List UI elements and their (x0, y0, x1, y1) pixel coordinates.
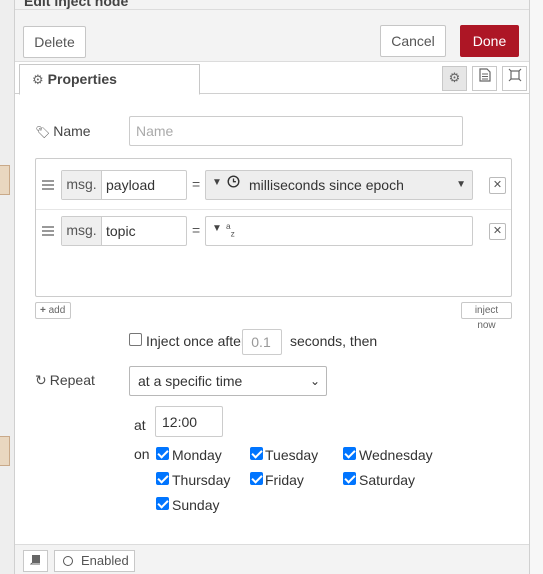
drag-handle-icon[interactable] (42, 180, 54, 190)
equals-sign: = (192, 176, 201, 192)
inject-now-button[interactable]: inject now (461, 302, 512, 331)
workspace-edge-left (0, 0, 14, 574)
book-icon[interactable] (23, 550, 48, 572)
cancel-button[interactable]: Cancel (380, 25, 446, 57)
inject-once-seconds-input[interactable] (242, 329, 282, 355)
chevron-down-icon: ⌄ (309, 374, 320, 388)
add-property-button[interactable]: + add (35, 302, 71, 319)
tray-footer: Enabled (15, 544, 529, 574)
property-value-type-select[interactable]: ▼ milliseconds since epoch ▼ (205, 170, 473, 200)
day-checkbox-friday[interactable] (250, 472, 263, 485)
equals-sign: = (192, 222, 201, 238)
day-checkbox-tuesday[interactable] (250, 447, 263, 460)
appearance-tab-frame-icon[interactable] (502, 66, 527, 91)
repeat-label-text: Repeat (49, 372, 95, 388)
type-caret-icon[interactable]: ▼ (212, 223, 222, 234)
add-label: add (48, 305, 66, 316)
tab-properties[interactable]: ⚙ Properties (19, 64, 200, 95)
plus-icon: + (40, 305, 46, 316)
day-label-sunday: Sunday (172, 497, 220, 513)
circle-icon (63, 556, 73, 566)
string-icon-glyph-z: z (230, 228, 235, 239)
property-key-input[interactable]: msg. topic (61, 216, 187, 246)
msg-prefix: msg. (62, 217, 102, 245)
day-checkbox-sunday[interactable] (156, 497, 169, 510)
day-label-wednesday: Wednesday (359, 447, 433, 463)
tray-toolbar: Delete Cancel Done (15, 10, 529, 62)
day-label-thursday: Thursday (172, 472, 231, 488)
name-label-text: Name (53, 123, 91, 139)
delete-button[interactable]: Delete (23, 26, 86, 58)
background-node (0, 436, 10, 466)
workspace-edge-right (529, 0, 543, 574)
day-checkbox-thursday[interactable] (156, 472, 169, 485)
repeat-select[interactable]: at a specific time ⌄ (129, 366, 327, 396)
msg-prefix: msg. (62, 171, 102, 199)
dropdown-caret-icon: ▼ (456, 179, 466, 190)
day-checkbox-saturday[interactable] (343, 472, 356, 485)
inject-once-checkbox[interactable] (129, 333, 142, 346)
at-label: at (134, 417, 146, 433)
gear-icon: ⚙ (32, 72, 44, 87)
property-row-payload: msg. payload = ▼ milliseconds since epoc… (36, 164, 511, 210)
type-caret-icon: ▼ (212, 177, 222, 188)
repeat-icon: ↻ (35, 372, 47, 388)
inject-once-label: Inject once after (146, 333, 246, 349)
day-label-saturday: Saturday (359, 472, 416, 488)
property-key: topic (106, 223, 136, 239)
name-input[interactable] (129, 116, 463, 146)
clock-icon (227, 175, 240, 191)
node-properties-tab-gear-icon[interactable]: ⚙ (442, 66, 467, 91)
inject-once-suffix: seconds, then (290, 333, 378, 349)
property-row-topic: msg. topic = ▼ az ✕ (36, 210, 511, 256)
document-icon (478, 68, 491, 82)
property-list: msg. payload = ▼ milliseconds since epoc… (35, 158, 512, 297)
property-value: milliseconds since epoch (249, 177, 404, 193)
tag-icon: 🏷 (35, 125, 51, 139)
name-label: 🏷 Name (35, 123, 91, 139)
enabled-toggle[interactable]: Enabled (54, 550, 135, 572)
property-key: payload (106, 177, 156, 193)
remove-property-button[interactable]: ✕ (489, 223, 506, 240)
day-label-monday: Monday (172, 447, 222, 463)
on-label: on (134, 446, 150, 462)
drag-handle-icon[interactable] (42, 226, 54, 236)
background-node (0, 165, 10, 195)
time-input[interactable] (155, 406, 223, 437)
string-az-icon: az (226, 221, 235, 238)
edit-tray: Edit inject node Delete Cancel Done ⚙ Pro… (14, 0, 530, 574)
frame-icon (508, 68, 521, 82)
day-checkbox-wednesday[interactable] (343, 447, 356, 460)
day-label-tuesday: Tuesday (265, 447, 319, 463)
remove-property-button[interactable]: ✕ (489, 177, 506, 194)
tray-title: Edit inject node (15, 0, 529, 10)
repeat-label: ↻ Repeat (35, 372, 95, 389)
repeat-selected-value: at a specific time (138, 373, 243, 389)
description-tab-document-icon[interactable] (472, 66, 497, 91)
done-button[interactable]: Done (460, 25, 519, 57)
tab-properties-label: Properties (47, 71, 117, 87)
day-label-friday: Friday (265, 472, 304, 488)
tabs-row: ⚙ Properties ⚙ (15, 62, 529, 95)
property-value-input[interactable]: ▼ az (205, 216, 473, 246)
enabled-label: Enabled (81, 553, 129, 568)
property-key-input[interactable]: msg. payload (61, 170, 187, 200)
day-checkbox-monday[interactable] (156, 447, 169, 460)
